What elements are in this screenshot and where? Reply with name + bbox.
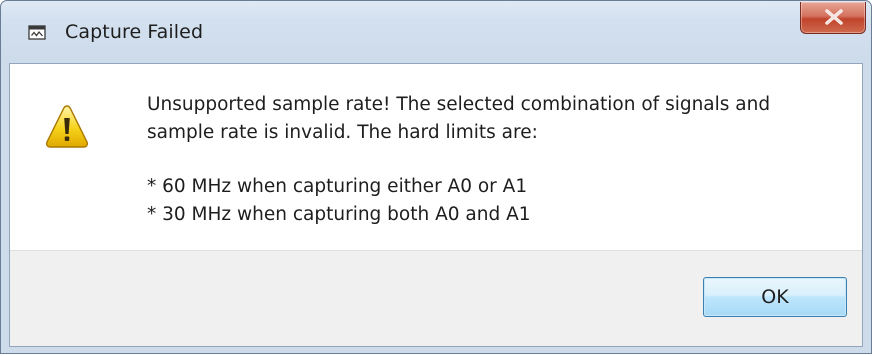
limit-item: * 60 MHz when capturing either A0 or A1 xyxy=(147,176,528,197)
dialog-body: Unsupported sample rate! The selected co… xyxy=(9,63,863,347)
warning-triangle-icon xyxy=(45,104,89,150)
limit-item: * 30 MHz when capturing both A0 and A1 xyxy=(147,204,531,225)
close-button[interactable] xyxy=(800,2,866,34)
title-bar[interactable]: Capture Failed xyxy=(1,1,871,63)
error-message: Unsupported sample rate! The selected co… xyxy=(147,91,847,229)
message-line: Unsupported sample rate! The selected co… xyxy=(147,94,771,115)
window-title: Capture Failed xyxy=(65,21,204,43)
app-window-icon xyxy=(28,24,46,42)
message-line: sample rate is invalid. The hard limits … xyxy=(147,122,538,143)
button-bar: OK xyxy=(10,250,862,346)
ok-button[interactable]: OK xyxy=(703,277,847,317)
dialog-window: Capture Failed Unsupported sample rate! … xyxy=(0,0,872,354)
